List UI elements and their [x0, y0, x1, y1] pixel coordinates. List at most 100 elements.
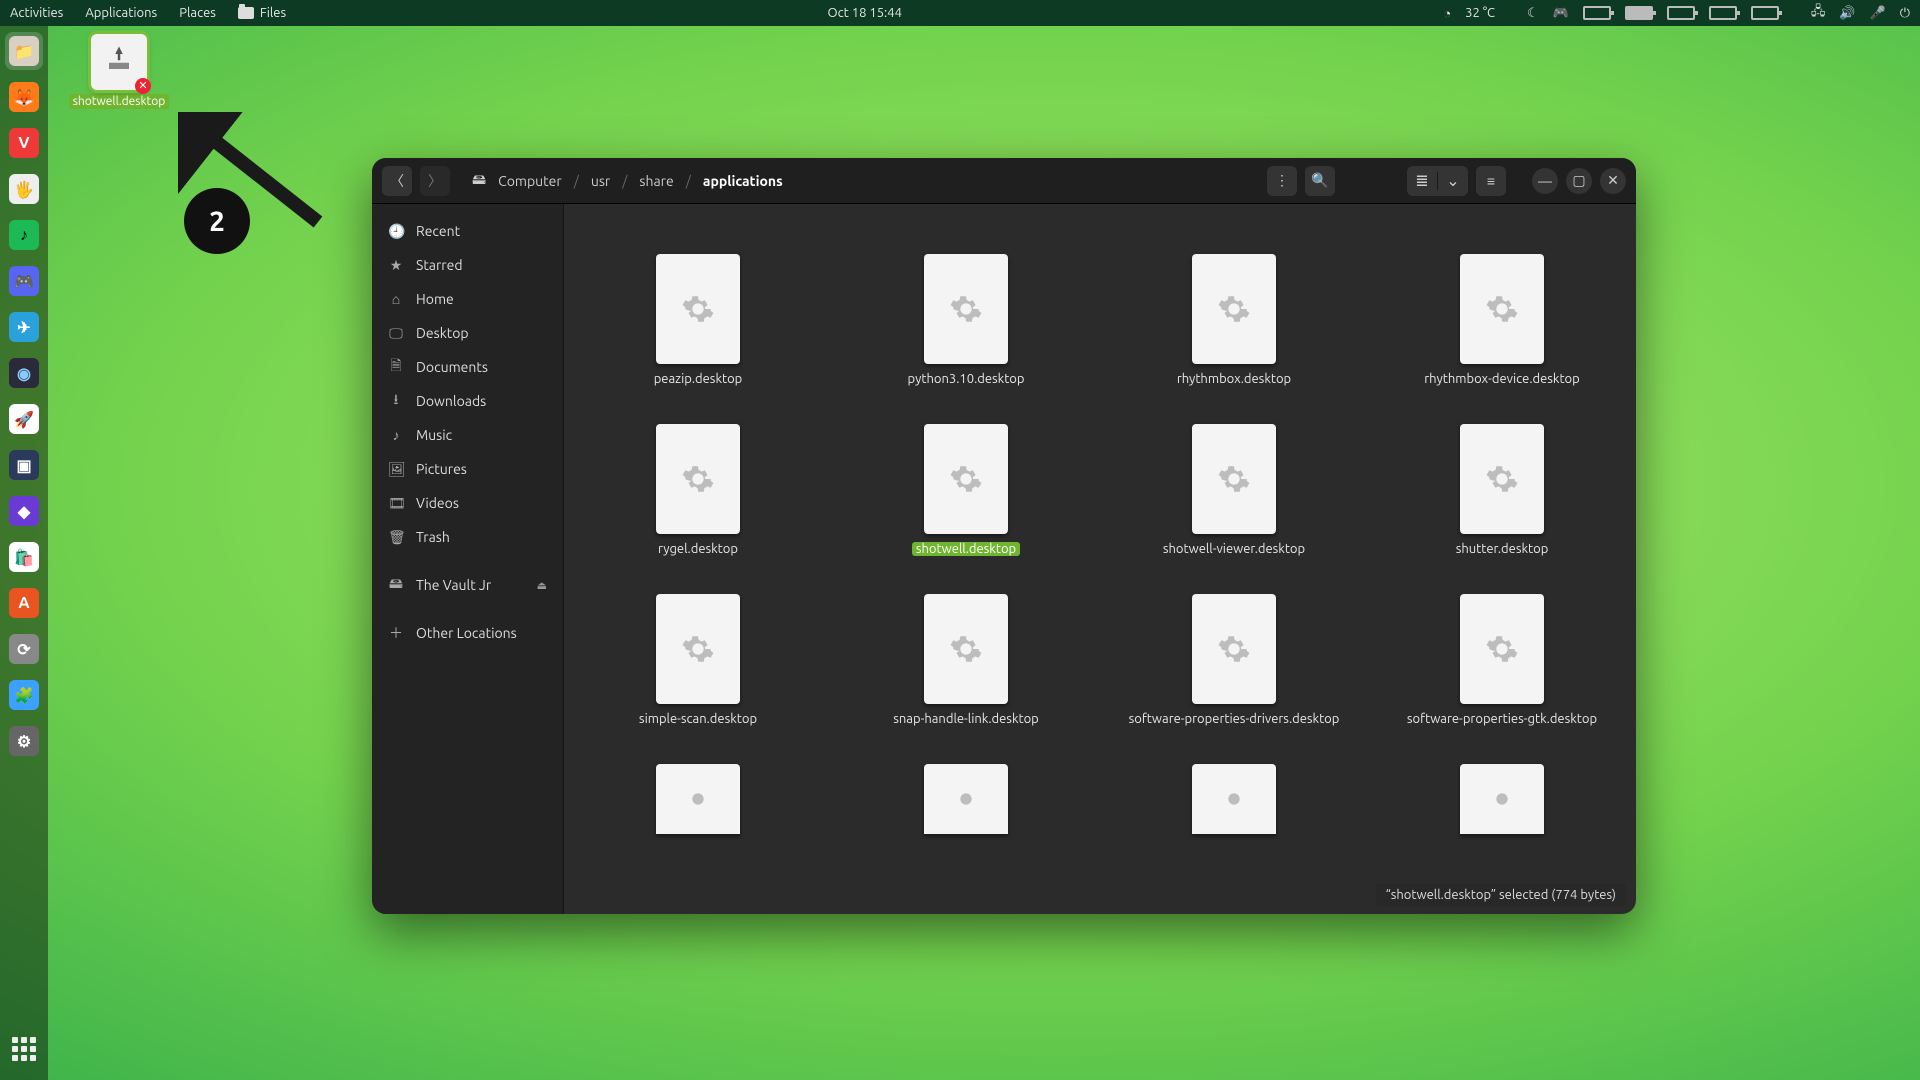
breadcrumb-seg-3[interactable]: applications [703, 173, 783, 189]
nav-forward-button[interactable]: 〉 [420, 166, 450, 196]
apps-grid-icon [12, 1037, 36, 1061]
fm-content[interactable]: org.gnome.Terminal.desktop org.gnome.Tod… [564, 204, 1636, 914]
file-item-selected[interactable]: shotwell.desktop [856, 424, 1076, 556]
desktop-icon: 🖵 [388, 325, 404, 342]
dock-vivaldi[interactable]: V [5, 124, 43, 162]
night-icon: ☾ [1527, 6, 1539, 21]
sidebar-item-pictures[interactable]: 🖼Pictures [372, 452, 563, 486]
sidebar-item-vault[interactable]: 🖴The Vault Jr ⏏ [372, 568, 563, 602]
folder-icon [238, 7, 254, 19]
window-close-button[interactable]: ✕ [1600, 168, 1626, 194]
view-options-icon[interactable]: ⌄ [1438, 166, 1468, 196]
pictures-icon: 🖼 [388, 461, 404, 478]
star-icon: ★ [388, 257, 404, 274]
topbar-applications[interactable]: Applications [85, 6, 157, 20]
file-item[interactable]: rhythmbox-device.desktop [1392, 254, 1612, 386]
home-icon: ⌂ [388, 291, 404, 307]
fm-header: 〈 〉 🖴 Computer / usr / share / applicati… [372, 158, 1636, 204]
path-menu-button[interactable]: ⋮ [1267, 166, 1297, 196]
hdd-icon: 🖴 [472, 169, 486, 193]
dock-updates[interactable]: ⟳ [5, 630, 43, 668]
dock: 📁 🦊 V 🖐️ ♪ 🎮 ✈ ◉ 🚀 ▣ ◆ 🛍️ A ⟳ 🧩 ⚙ [0, 26, 48, 1080]
file-item[interactable] [1392, 764, 1612, 842]
sidebar-item-documents[interactable]: 🗎Documents [372, 350, 563, 384]
file-item[interactable]: software-properties-drivers.desktop [1124, 594, 1344, 726]
topbar-activities[interactable]: Activities [10, 6, 63, 20]
temp-indicator: 32 °C [1465, 6, 1495, 20]
error-badge-icon: ✕ [135, 78, 151, 94]
file-item[interactable]: rhythmbox.desktop [1124, 254, 1344, 386]
list-view-icon[interactable]: ≣ [1407, 166, 1437, 196]
window-minimize-button[interactable]: — [1532, 168, 1558, 194]
file-item[interactable] [856, 764, 1076, 842]
file-item[interactable]: snap-handle-link.desktop [856, 594, 1076, 726]
dock-settings[interactable]: ⚙ [5, 722, 43, 760]
topbar: Activities Applications Places Files Oct… [0, 0, 1920, 26]
network-icon[interactable]: 🖧 [1811, 2, 1826, 24]
dock-extensions[interactable]: 🧩 [5, 676, 43, 714]
sidebar-item-desktop[interactable]: 🖵Desktop [372, 316, 563, 350]
shotwell-icon [104, 44, 134, 80]
discord-tray-icon[interactable]: 🎮 [1553, 6, 1569, 21]
dock-discord[interactable]: 🎮 [5, 262, 43, 300]
file-item[interactable]: rygel.desktop [588, 424, 808, 556]
dock-apps-grid[interactable] [5, 1030, 43, 1068]
window-maximize-button[interactable]: ▢ [1566, 168, 1592, 194]
search-button[interactable]: 🔍 [1305, 166, 1335, 196]
dock-firefox[interactable]: 🦊 [5, 78, 43, 116]
battery-icon-3 [1667, 6, 1695, 20]
topbar-places[interactable]: Places [179, 6, 216, 20]
file-item[interactable]: simple-scan.desktop [588, 594, 808, 726]
breadcrumb-seg-0[interactable]: Computer [498, 173, 562, 189]
disk-icon: ◔ [1443, 6, 1451, 21]
file-item[interactable]: software-properties-gtk.desktop [1392, 594, 1612, 726]
sidebar-item-videos[interactable]: 🎞Videos [372, 486, 563, 520]
power-icon[interactable]: ⏻ [1900, 6, 1910, 21]
dock-spotify[interactable]: ♪ [5, 216, 43, 254]
dock-telegram[interactable]: ✈ [5, 308, 43, 346]
eject-icon[interactable]: ⏏ [537, 579, 547, 592]
plus-icon: ＋ [388, 623, 404, 643]
sidebar-item-trash[interactable]: 🗑Trash [372, 520, 563, 554]
file-item[interactable] [1124, 764, 1344, 842]
topbar-clock[interactable]: Oct 18 15:44 [286, 6, 1443, 20]
dock-files[interactable]: 📁 [5, 32, 43, 70]
file-item[interactable]: shotwell-viewer.desktop [1124, 424, 1344, 556]
view-switcher[interactable]: ≣ ⌄ [1407, 166, 1468, 196]
dock-obs[interactable]: ◉ [5, 354, 43, 392]
desktop-icon-shotwell[interactable]: ✕ shotwell.desktop [64, 34, 174, 109]
file-manager-window: 〈 〉 🖴 Computer / usr / share / applicati… [372, 158, 1636, 914]
annotation-badge-2: 2 [184, 188, 250, 254]
sidebar-item-music[interactable]: ♪Music [372, 418, 563, 452]
sidebar-item-other[interactable]: ＋Other Locations [372, 616, 563, 650]
breadcrumb-seg-1[interactable]: usr [591, 173, 610, 189]
file-item[interactable]: peazip.desktop [588, 254, 808, 386]
battery-icon-1 [1583, 6, 1611, 20]
hamburger-menu-button[interactable]: ≡ [1476, 166, 1506, 196]
videos-icon: 🎞 [388, 495, 404, 512]
clock-icon: 🕘 [388, 223, 404, 240]
sidebar-item-starred[interactable]: ★Starred [372, 248, 563, 282]
downloads-icon: ⭳ [388, 389, 404, 413]
breadcrumb-seg-2[interactable]: share [639, 173, 673, 189]
file-item[interactable]: python3.10.desktop [856, 254, 1076, 386]
sidebar-item-downloads[interactable]: ⭳Downloads [372, 384, 563, 418]
file-item[interactable]: shutter.desktop [1392, 424, 1612, 556]
sidebar-item-home[interactable]: ⌂Home [372, 282, 563, 316]
dock-obsidian[interactable]: ◆ [5, 492, 43, 530]
nav-back-button[interactable]: 〈 [382, 166, 412, 196]
topbar-files[interactable]: Files [238, 6, 286, 20]
dock-app-4[interactable]: 🖐️ [5, 170, 43, 208]
battery-icon-2 [1625, 6, 1653, 20]
sidebar-item-recent[interactable]: 🕘Recent [372, 214, 563, 248]
dock-software[interactable]: A [5, 584, 43, 622]
file-item[interactable] [588, 764, 808, 842]
dock-app-9[interactable]: 🚀 [5, 400, 43, 438]
microphone-icon[interactable]: 🎤 [1870, 6, 1886, 21]
breadcrumb[interactable]: 🖴 Computer / usr / share / applications [472, 169, 783, 193]
sound-icon[interactable]: 🔊 [1839, 6, 1855, 21]
dock-app-12[interactable]: 🛍️ [5, 538, 43, 576]
desktop-icon-label: shotwell.desktop [69, 94, 170, 109]
dock-virtualbox[interactable]: ▣ [5, 446, 43, 484]
drive-icon: 🖴 [388, 573, 404, 597]
